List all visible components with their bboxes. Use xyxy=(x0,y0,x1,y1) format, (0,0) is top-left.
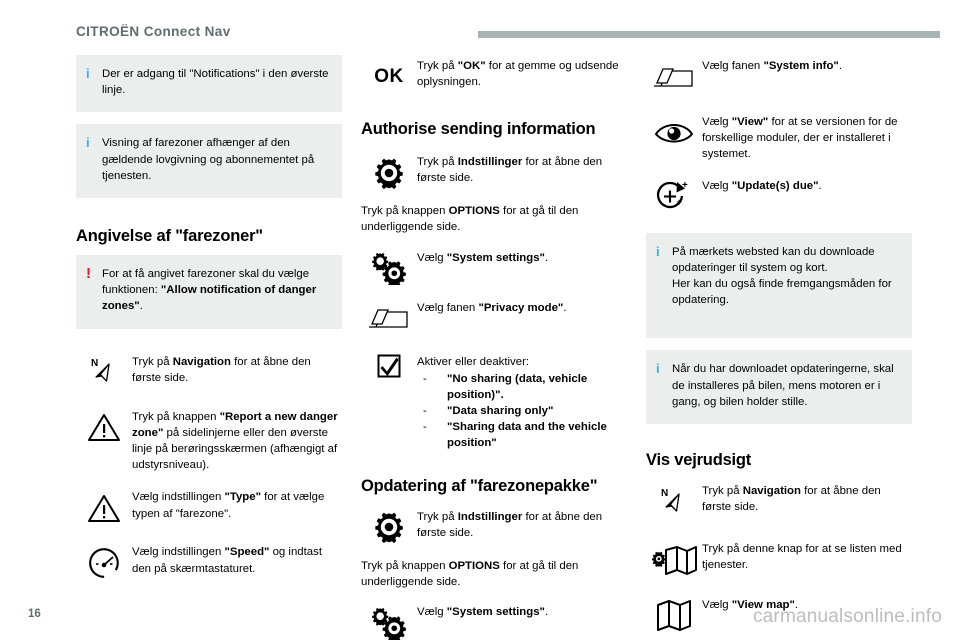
step-row: Tryk på denne knap for at se listen med … xyxy=(646,538,912,580)
list-item[interactable]: "Data sharing only" xyxy=(417,403,627,419)
list-item[interactable]: "Sharing data and the vehicle position" xyxy=(417,419,627,451)
step-row: Tryk på Indstillinger for at åbne den fø… xyxy=(361,151,627,193)
info-notice: i På mærkets websted kan du downloade op… xyxy=(646,232,912,339)
options-instruction: Tryk på knappen OPTIONS for at gå til de… xyxy=(361,559,579,588)
section-heading: Authorise sending information xyxy=(361,120,596,138)
navigation-compass-icon: N xyxy=(646,480,702,522)
info-notice-text: Der er adgang til "Notifications" i den … xyxy=(102,68,329,97)
warning-triangle-icon xyxy=(76,406,132,448)
info-icon: i xyxy=(86,135,90,151)
step-row: Tryk på Indstillinger for at åbne den fø… xyxy=(361,506,627,548)
section-heading: Opdatering af "farezonepakke" xyxy=(361,476,598,495)
step-text: Vælg fanen "System info". xyxy=(702,60,842,72)
step-text: Tryk på Navigation for at åbne den først… xyxy=(132,355,311,384)
map-services-icon xyxy=(646,538,702,580)
step-text: Tryk på "OK" for at gemme og udsende opl… xyxy=(417,60,619,89)
column-1: i Der er adgang til "Notifications" i de… xyxy=(76,55,342,596)
step-text: Vælg indstillingen "Speed" og indtast de… xyxy=(132,546,322,575)
step-row: Vælg "System settings". xyxy=(361,601,627,640)
gear-icon xyxy=(361,506,417,548)
column-3: Vælg fanen "System info". Vælg "View" fo… xyxy=(646,55,912,640)
step-text: Tryk på knappen "Report a new danger zon… xyxy=(132,410,338,472)
navigation-compass-icon: N xyxy=(76,351,132,393)
info-notice-text: På mærkets websted kan du downloade opda… xyxy=(672,245,892,307)
step-row: Vælg indstillingen "Type" for at vælge t… xyxy=(76,486,342,528)
section-heading: Angivelse af "farezoner" xyxy=(76,226,263,245)
column-2: OK Tryk på "OK" for at gemme og udsende … xyxy=(361,55,627,640)
step-row: + + Vælg "Update(s) due". xyxy=(646,175,912,217)
step-row: N Tryk på Navigation for at åbne den før… xyxy=(76,351,342,393)
double-gear-icon xyxy=(361,247,417,289)
step-text: Vælg "Update(s) due". xyxy=(702,179,822,192)
svg-text:+: + xyxy=(682,180,688,191)
step-text: Vælg "System settings". xyxy=(417,251,549,264)
info-icon: i xyxy=(656,243,660,259)
watermark: carmanualsonline.info xyxy=(752,606,942,627)
info-notice: i Når du har downloadet opdateringerne, … xyxy=(646,350,912,424)
step-row: Vælg indstillingen "Speed" og indtast de… xyxy=(76,541,342,583)
gear-icon xyxy=(361,151,417,193)
step-row: Vælg "System settings". xyxy=(361,247,627,289)
step-text: Vælg "View" for at se versionen for de f… xyxy=(702,116,898,161)
info-notice-text: Visning af farezoner afhænger af den gæl… xyxy=(102,137,315,182)
privacy-options-list: "No sharing (data, vehicle position)". "… xyxy=(417,371,627,452)
step-row: N Tryk på Navigation for at åbne den før… xyxy=(646,480,912,522)
info-icon: i xyxy=(656,361,660,377)
info-notice-text: Når du har downloadet opdateringerne, sk… xyxy=(672,363,894,408)
manual-page: CITROËN Connect Nav i Der er adgang til … xyxy=(0,0,960,640)
step-text: Vælg indstillingen "Type" for at vælge t… xyxy=(132,491,325,520)
eye-icon xyxy=(646,111,702,153)
step-text: Vælg "System settings". xyxy=(417,606,549,619)
svg-text:N: N xyxy=(661,488,668,499)
header-rule xyxy=(478,31,940,38)
step-text: Tryk på Navigation for at åbne den først… xyxy=(702,485,881,514)
update-icon: + + xyxy=(646,175,702,217)
speedometer-icon xyxy=(76,541,132,583)
warning-notice-text: For at få angivet farezoner skal du vælg… xyxy=(102,268,317,313)
step-text: Aktiver eller deaktiver: "No sharing (da… xyxy=(417,351,627,452)
list-item[interactable]: "No sharing (data, vehicle position)". xyxy=(417,371,627,403)
warning-icon: ! xyxy=(86,265,91,283)
info-notice: i Der er adgang til "Notifications" i de… xyxy=(76,55,342,113)
ok-text: OK xyxy=(374,65,404,87)
checkbox-checked-icon xyxy=(361,351,417,393)
section-heading: Vis vejrudsigt xyxy=(646,450,752,469)
info-notice: i Visning af farezoner afhænger af den g… xyxy=(76,124,342,198)
warning-notice: ! For at få angivet farezoner skal du væ… xyxy=(76,255,342,329)
step-row: OK Tryk på "OK" for at gemme og udsende … xyxy=(361,55,627,97)
step-row: Vælg "View" for at se versionen for de f… xyxy=(646,111,912,163)
step-row: Vælg fanen "Privacy mode". xyxy=(361,297,627,339)
options-instruction: Tryk på knappen OPTIONS for at gå til de… xyxy=(361,205,579,234)
double-gear-icon xyxy=(361,601,417,640)
info-icon: i xyxy=(86,66,90,81)
step-row: Tryk på knappen "Report a new danger zon… xyxy=(76,406,342,474)
warning-triangle-icon xyxy=(76,486,132,528)
map-icon xyxy=(646,594,702,636)
tab-icon xyxy=(361,297,417,339)
svg-text:N: N xyxy=(91,358,98,369)
ok-label-icon: OK xyxy=(361,55,417,97)
page-number: 16 xyxy=(28,608,41,620)
step-text: Tryk på Indstillinger for at åbne den fø… xyxy=(417,510,603,539)
svg-text:+: + xyxy=(677,197,682,207)
step-text: Tryk på Indstillinger for at åbne den fø… xyxy=(417,156,603,185)
page-title: CITROËN Connect Nav xyxy=(76,24,231,39)
step-text: Vælg fanen "Privacy mode". xyxy=(417,301,567,314)
step-row: Vælg fanen "System info". xyxy=(646,55,912,97)
step-row: Aktiver eller deaktiver: "No sharing (da… xyxy=(361,351,627,452)
step-text: Tryk på denne knap for at se listen med … xyxy=(702,543,902,572)
checkbox-lead: Aktiver eller deaktiver: xyxy=(417,355,530,368)
tab-icon xyxy=(646,55,702,97)
